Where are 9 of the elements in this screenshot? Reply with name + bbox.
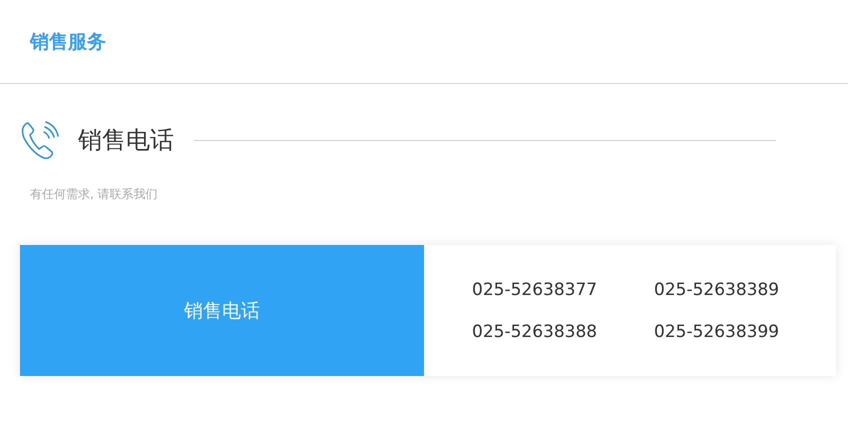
phone-number: 025-52638388 [472, 322, 598, 342]
header-title: 销售服务 [30, 30, 106, 54]
panel-label: 销售电话 [184, 298, 260, 324]
section-subtitle: 有任何需求, 请联系我们 [30, 186, 159, 203]
phone-number: 025-52638389 [654, 280, 780, 300]
phone-number: 025-52638399 [654, 322, 780, 342]
section-title: 销售电话 [78, 125, 174, 156]
phone-icon [20, 120, 60, 160]
phone-number: 025-52638377 [472, 280, 598, 300]
